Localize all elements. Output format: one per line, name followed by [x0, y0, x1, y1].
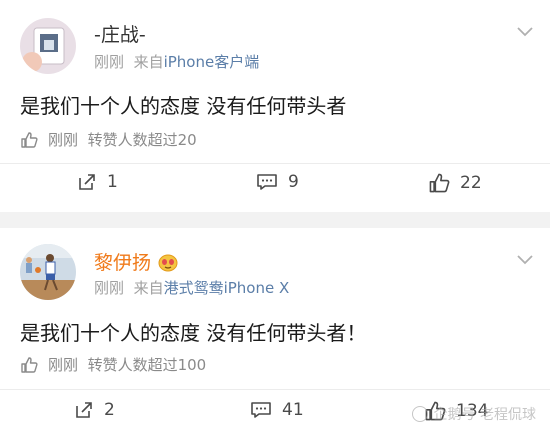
comment-count: 41: [282, 400, 304, 420]
like-button[interactable]: 22: [428, 172, 482, 194]
likes-time: 刚刚: [48, 131, 79, 149]
author-name[interactable]: -庄战-: [94, 20, 146, 47]
post-meta: 刚刚 来自iPhone客户端: [94, 51, 259, 72]
penguin-logo-icon: [411, 406, 428, 422]
likes-summary: 刚刚 转赞人数超过20: [20, 129, 197, 150]
avatar[interactable]: [20, 244, 76, 300]
likes-text: 转赞人数超过100: [87, 356, 207, 374]
likes-text: 转赞人数超过20: [87, 131, 197, 149]
repost-count: 1: [107, 172, 118, 192]
source-prefix: 来自: [133, 279, 164, 297]
comment-icon: [251, 402, 271, 418]
separator: [0, 163, 550, 164]
post-text: 是我们十个人的态度 没有任何带头者: [20, 94, 347, 118]
post-time: 刚刚: [94, 279, 125, 297]
thumbs-up-icon: [429, 173, 450, 193]
chevron-down-icon[interactable]: [516, 26, 534, 38]
post-divider: [0, 212, 550, 228]
post-source[interactable]: iPhone客户端: [164, 53, 260, 71]
chevron-down-icon[interactable]: [516, 254, 534, 266]
emoji-icon: [158, 254, 178, 271]
likes-time: 刚刚: [48, 356, 79, 374]
separator: [0, 389, 550, 390]
author-name[interactable]: 黎伊扬: [94, 248, 179, 275]
thumbs-up-icon: [21, 356, 38, 373]
comment-button[interactable]: 41: [250, 400, 304, 420]
avatar[interactable]: [20, 18, 76, 74]
post-card: -庄战- 刚刚 来自iPhone客户端 是我们十个人的态度 没有任何带头者 刚刚…: [0, 0, 550, 212]
comment-icon: [257, 174, 277, 190]
source-prefix: 来自: [133, 53, 164, 71]
action-bar: 1 9 22: [0, 172, 550, 202]
watermark: 企鹅号 老程侃球: [411, 404, 536, 424]
thumbs-up-icon: [21, 131, 38, 148]
post-source[interactable]: 港式鸳鸯iPhone X: [164, 279, 290, 297]
post-text: 是我们十个人的态度 没有任何带头者！: [20, 321, 367, 345]
repost-icon: [76, 402, 92, 418]
comment-button[interactable]: 9: [256, 172, 299, 192]
repost-button[interactable]: 2: [74, 400, 115, 420]
author-name-text: 黎伊扬: [94, 252, 152, 274]
repost-count: 2: [104, 400, 115, 420]
repost-button[interactable]: 1: [77, 172, 118, 192]
like-count: 22: [460, 173, 482, 193]
post-time: 刚刚: [94, 53, 125, 71]
comment-count: 9: [288, 172, 299, 192]
likes-summary: 刚刚 转赞人数超过100: [20, 354, 206, 375]
repost-icon: [79, 174, 95, 190]
watermark-text: 企鹅号 老程侃球: [433, 407, 536, 423]
post-meta: 刚刚 来自港式鸳鸯iPhone X: [94, 277, 289, 298]
